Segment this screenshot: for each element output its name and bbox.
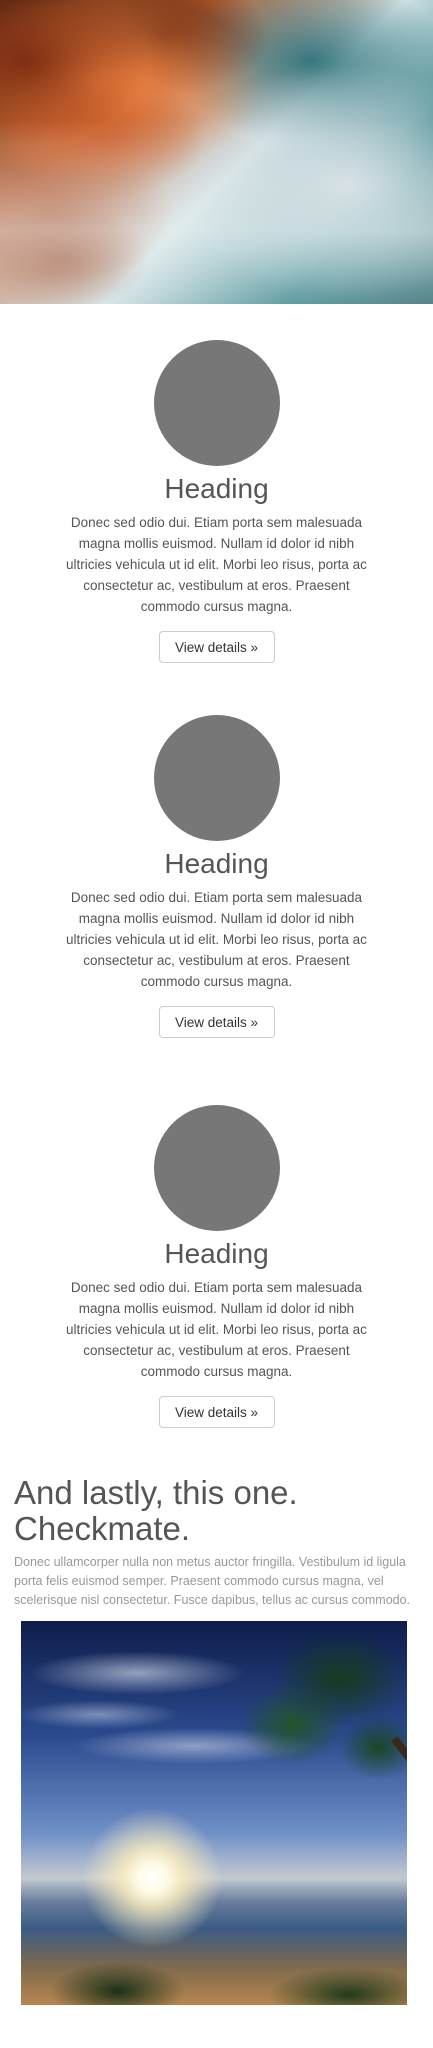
feature-2-placeholder-image	[153, 715, 280, 841]
feature-2-heading: Heading	[164, 848, 269, 879]
feature-3-heading: Heading	[164, 1238, 269, 1269]
closing-section: And lastly, this one. Checkmate. Donec u…	[14, 1475, 419, 1610]
feature-1-view-details-button[interactable]: View details »	[158, 631, 275, 663]
feature-1-placeholder-image	[153, 340, 280, 466]
hero-image	[0, 0, 433, 304]
closing-text: Donec ullamcorper nulla non metus auctor…	[14, 1555, 411, 1607]
feature-2-view-details-button[interactable]: View details »	[158, 1006, 275, 1038]
beach-shrubs	[21, 1935, 407, 2005]
beach-palm-tree	[217, 1621, 407, 1851]
hero-mist	[0, 120, 433, 304]
feature-1-text: Donec sed odio dui. Etiam porta sem male…	[66, 515, 367, 614]
feature-block-3: Heading Donec sed odio dui. Etiam porta …	[65, 1105, 368, 1428]
closing-heading: And lastly, this one. Checkmate.	[14, 1474, 298, 1547]
feature-3-placeholder-image	[153, 1105, 280, 1231]
feature-3-view-details-button[interactable]: View details »	[158, 1396, 275, 1428]
beach-sunset-image	[21, 1621, 407, 2005]
feature-2-text: Donec sed odio dui. Etiam porta sem male…	[66, 890, 367, 989]
feature-block-2: Heading Donec sed odio dui. Etiam porta …	[65, 715, 368, 1038]
feature-1-heading: Heading	[164, 473, 269, 504]
feature-block-1: Heading Donec sed odio dui. Etiam porta …	[65, 340, 368, 663]
feature-3-text: Donec sed odio dui. Etiam porta sem male…	[66, 1280, 367, 1379]
